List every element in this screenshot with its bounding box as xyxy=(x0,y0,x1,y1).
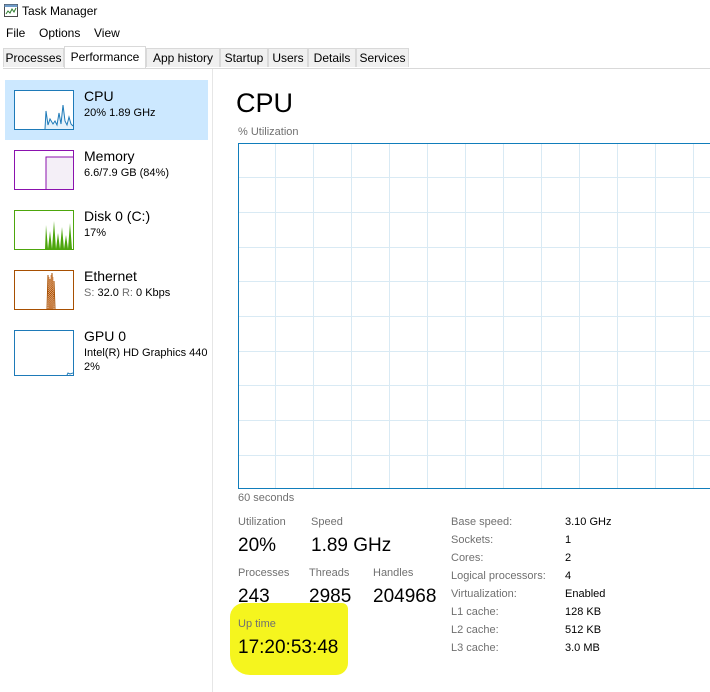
speed-label: Speed xyxy=(311,516,343,528)
sidebar-item-detail-2: 2% xyxy=(84,361,100,373)
processes-label: Processes xyxy=(238,567,290,579)
info-label: Base speed: xyxy=(451,516,513,528)
handles-value: 204968 xyxy=(373,586,437,607)
sidebar-item-cpu[interactable]: CPU 20% 1.89 GHz xyxy=(5,80,208,140)
gpu-thumbnail-graph xyxy=(14,330,74,376)
sidebar-item-detail: S: 32.0 R: 0 Kbps xyxy=(84,287,170,299)
uptime-label: Up time xyxy=(238,618,276,630)
tab-details[interactable]: Details xyxy=(308,48,356,67)
menu-options[interactable]: Options xyxy=(39,26,80,40)
utilization-value: 20% xyxy=(238,535,277,556)
info-label: Sockets: xyxy=(451,534,494,546)
tab-startup[interactable]: Startup xyxy=(220,48,268,67)
tab-processes[interactable]: Processes xyxy=(3,48,64,67)
uptime-value: 17:20:53:48 xyxy=(238,637,339,658)
info-value: 1 xyxy=(565,534,572,546)
task-manager-icon xyxy=(4,4,18,17)
processes-value: 243 xyxy=(238,586,270,607)
sidebar-item-gpu[interactable]: GPU 0 Intel(R) HD Graphics 440 2% xyxy=(5,320,208,380)
sidebar-item-disk[interactable]: Disk 0 (C:) 17% xyxy=(5,200,208,260)
info-label: Logical processors: xyxy=(451,570,546,582)
menu-bar: File Options View xyxy=(0,23,710,43)
sidebar-item-detail: 6.6/7.9 GB (84%) xyxy=(84,167,169,179)
info-label: L1 cache: xyxy=(451,606,499,618)
sidebar-item-ethernet[interactable]: Ethernet S: 32.0 R: 0 Kbps xyxy=(5,260,208,320)
receive-value: 0 Kbps xyxy=(136,287,171,299)
info-value: 4 xyxy=(565,570,572,582)
send-value: 32.0 xyxy=(97,287,119,299)
menu-file[interactable]: File xyxy=(6,26,25,40)
sidebar-item-label: Ethernet xyxy=(84,268,137,284)
tab-users[interactable]: Users xyxy=(268,48,308,67)
info-value: 3.10 GHz xyxy=(565,516,612,528)
info-label: L2 cache: xyxy=(451,624,499,636)
utilization-label: Utilization xyxy=(238,516,286,528)
info-value: 3.0 MB xyxy=(565,642,600,654)
resource-sidebar: CPU 20% 1.89 GHz Memory 6.6/7.9 GB (84%)… xyxy=(0,69,213,692)
tab-app-history[interactable]: App history xyxy=(146,48,220,67)
sidebar-item-label: Disk 0 (C:) xyxy=(84,208,151,224)
info-label: Cores: xyxy=(451,552,484,564)
sidebar-item-detail: 20% 1.89 GHz xyxy=(84,107,156,119)
memory-thumbnail-graph xyxy=(14,150,74,190)
sidebar-item-label: GPU 0 xyxy=(84,328,127,344)
tab-performance[interactable]: Performance xyxy=(64,46,146,68)
graph-y-label: % Utilization xyxy=(238,126,299,138)
graph-time-label: 60 seconds xyxy=(238,492,295,504)
tab-services[interactable]: Services xyxy=(356,48,409,67)
window-title: Task Manager xyxy=(22,4,98,18)
sidebar-item-label: CPU xyxy=(84,88,114,104)
sidebar-item-detail: Intel(R) HD Graphics 440 xyxy=(84,347,208,359)
speed-value: 1.89 GHz xyxy=(311,535,392,556)
tab-bar: Processes Performance App history Startu… xyxy=(3,46,710,69)
info-value: 2 xyxy=(565,552,572,564)
info-value: 128 KB xyxy=(565,606,602,618)
handles-label: Handles xyxy=(373,567,414,579)
sidebar-item-memory[interactable]: Memory 6.6/7.9 GB (84%) xyxy=(5,140,208,200)
ethernet-thumbnail-graph xyxy=(14,270,74,310)
info-label: Virtualization: xyxy=(451,588,517,600)
info-value: Enabled xyxy=(565,588,606,600)
title-bar: Task Manager xyxy=(0,0,710,22)
send-label: S: xyxy=(84,287,95,299)
threads-label: Threads xyxy=(309,567,350,579)
menu-view[interactable]: View xyxy=(94,26,120,40)
info-value: 512 KB xyxy=(565,624,602,636)
cpu-thumbnail-graph xyxy=(14,90,74,130)
sidebar-item-detail: 17% xyxy=(84,227,107,239)
info-label: L3 cache: xyxy=(451,642,499,654)
cpu-utilization-graph xyxy=(238,143,710,489)
disk-thumbnail-graph xyxy=(14,210,74,250)
threads-value: 2985 xyxy=(309,586,352,607)
page-title: CPU xyxy=(236,88,294,118)
sidebar-item-label: Memory xyxy=(84,148,135,164)
receive-label: R: xyxy=(121,287,133,299)
